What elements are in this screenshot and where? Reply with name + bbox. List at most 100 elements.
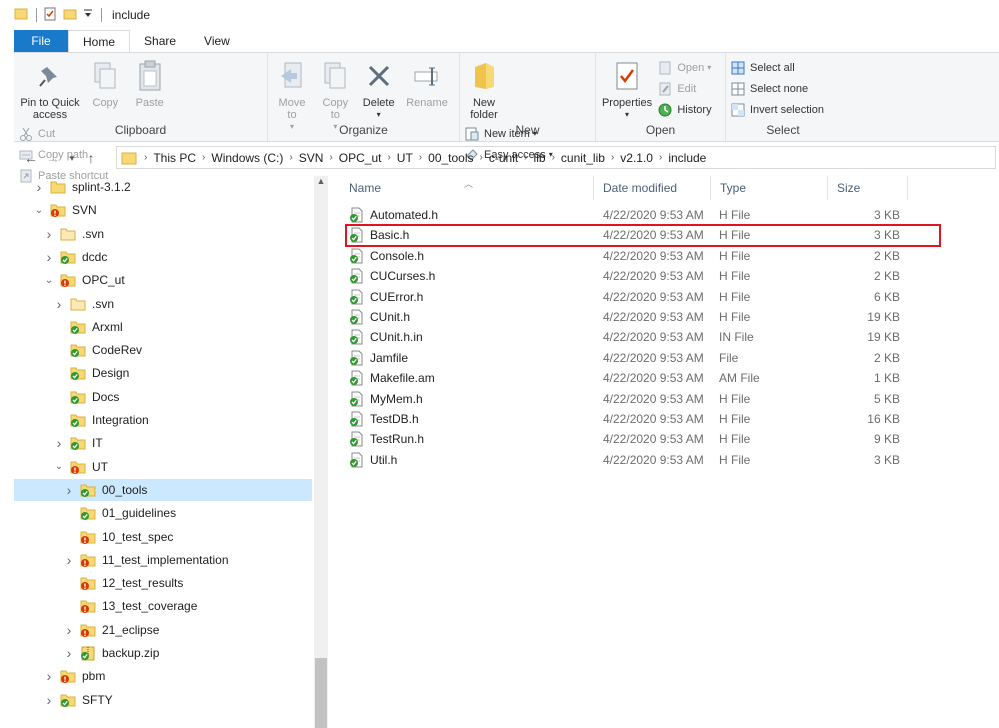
column-header-name[interactable]: Name ︿ bbox=[340, 176, 594, 200]
address-bar[interactable]: › This PC › Windows (C:) › SVN › OPC_ut › UT › 00_t… bbox=[116, 146, 996, 169]
chevron-right-icon[interactable]: › bbox=[52, 296, 66, 312]
tree-item[interactable]: › 00_tools bbox=[14, 478, 312, 501]
file-row[interactable]: Console.h 4/22/2020 9:53 AM H File 2 KB bbox=[340, 246, 940, 266]
up-arrow-icon[interactable]: ↑ bbox=[80, 150, 102, 166]
breadcrumb-item[interactable]: c-unit bbox=[486, 151, 521, 165]
chevron-right-icon[interactable]: › bbox=[62, 552, 76, 568]
file-row[interactable]: CUnit.h 4/22/2020 9:53 AM H File 19 KB bbox=[340, 307, 940, 327]
breadcrumb-chevron-icon[interactable]: › bbox=[416, 152, 425, 163]
tree-item[interactable]: CodeRev bbox=[14, 339, 314, 361]
column-header-date[interactable]: Date modified bbox=[594, 176, 711, 200]
navigation-pane-scrollbar[interactable]: ▲ bbox=[314, 176, 328, 728]
breadcrumb-chevron-icon[interactable]: › bbox=[549, 152, 558, 163]
breadcrumb-chevron-icon[interactable]: › bbox=[286, 152, 295, 163]
customize-quick-access-icon[interactable] bbox=[83, 7, 93, 24]
tree-item[interactable]: 10_test_spec bbox=[14, 526, 314, 548]
tree-item[interactable]: › SFTY bbox=[14, 689, 314, 711]
tree-item[interactable]: › dcdc bbox=[14, 246, 314, 268]
tree-item[interactable]: 01_guidelines bbox=[14, 502, 314, 524]
chevron-right-icon[interactable]: › bbox=[42, 226, 56, 242]
tree-item[interactable]: › 21_eclipse bbox=[14, 619, 314, 641]
file-row[interactable]: CUError.h 4/22/2020 9:53 AM H File 6 KB bbox=[340, 287, 940, 307]
file-row[interactable]: TestRun.h 4/22/2020 9:53 AM H File 9 KB bbox=[340, 429, 940, 449]
file-row[interactable]: CUnit.h.in 4/22/2020 9:53 AM IN File 19 KB bbox=[340, 327, 940, 347]
column-header-size[interactable]: Size bbox=[828, 176, 908, 200]
file-row[interactable]: Makefile.am 4/22/2020 9:53 AM AM File 1 KB bbox=[340, 368, 940, 388]
chevron-right-icon[interactable]: › bbox=[62, 482, 76, 498]
chevron-right-icon[interactable]: › bbox=[42, 249, 56, 265]
chevron-right-icon[interactable]: › bbox=[62, 622, 76, 638]
tree-item[interactable]: › .svn bbox=[14, 223, 314, 245]
breadcrumb-item[interactable]: OPC_ut bbox=[336, 151, 385, 165]
scrollbar-thumb[interactable] bbox=[315, 658, 327, 728]
tree-item[interactable]: › IT bbox=[14, 432, 314, 454]
delete-button[interactable]: Delete ▾ bbox=[359, 55, 399, 121]
file-row[interactable]: MyMem.h 4/22/2020 9:53 AM H File 5 KB bbox=[340, 389, 940, 409]
tab-share[interactable]: Share bbox=[130, 30, 190, 52]
chevron-right-icon[interactable]: › bbox=[32, 179, 46, 195]
tree-item[interactable]: ⌄ OPC_ut bbox=[14, 269, 314, 291]
breadcrumb-chevron-icon[interactable]: › bbox=[608, 152, 617, 163]
copy-to-button[interactable]: Copy to ▾ bbox=[315, 55, 355, 133]
breadcrumb-item[interactable]: cunit_lib bbox=[558, 151, 608, 165]
file-row[interactable]: TestDB.h 4/22/2020 9:53 AM H File 16 KB bbox=[340, 409, 940, 429]
breadcrumb-item[interactable]: This PC bbox=[150, 151, 199, 165]
file-row[interactable]: Basic.h 4/22/2020 9:53 AM H File 3 KB bbox=[340, 225, 940, 245]
new-folder-quick-access-icon[interactable] bbox=[63, 7, 77, 24]
history-button[interactable]: History bbox=[657, 99, 712, 120]
chevron-down-icon[interactable]: ⌄ bbox=[32, 205, 46, 216]
invert-selection-button[interactable]: Invert selection bbox=[730, 99, 824, 120]
new-folder-button[interactable]: New folder bbox=[464, 55, 504, 121]
tree-item[interactable]: ⌄ UT bbox=[14, 456, 314, 478]
forward-arrow-icon[interactable]: → bbox=[42, 150, 64, 166]
chevron-right-icon[interactable]: › bbox=[62, 645, 76, 661]
pin-to-quick-access-button[interactable]: Pin to Quick access bbox=[18, 55, 82, 121]
breadcrumb-chevron-icon[interactable]: › bbox=[656, 152, 665, 163]
properties-button[interactable]: Properties ▾ bbox=[600, 55, 654, 121]
breadcrumb-chevron-icon[interactable]: › bbox=[521, 152, 530, 163]
tree-item[interactable]: 12_test_results bbox=[14, 572, 314, 594]
tree-item[interactable]: ⌄ SVN bbox=[14, 199, 314, 221]
chevron-right-icon[interactable]: › bbox=[42, 692, 56, 708]
breadcrumb-item[interactable]: SVN bbox=[296, 151, 327, 165]
tab-home[interactable]: Home bbox=[68, 30, 131, 53]
breadcrumb-item[interactable]: lib bbox=[531, 151, 549, 165]
recent-locations-chevron-icon[interactable]: ▾ bbox=[64, 153, 80, 164]
select-all-button[interactable]: Select all bbox=[730, 57, 824, 78]
tab-view[interactable]: View bbox=[190, 30, 244, 52]
breadcrumb-item[interactable]: 00_tools bbox=[425, 151, 476, 165]
tree-item[interactable]: › splint-3.1.2 bbox=[14, 176, 314, 198]
file-row[interactable]: Util.h 4/22/2020 9:53 AM H File 3 KB bbox=[340, 450, 940, 470]
file-row[interactable]: Automated.h 4/22/2020 9:53 AM H File 3 KB bbox=[340, 205, 940, 225]
chevron-down-icon[interactable]: ⌄ bbox=[52, 461, 66, 472]
tree-item[interactable]: › .svn bbox=[14, 293, 314, 315]
back-arrow-icon[interactable]: ← bbox=[20, 150, 42, 166]
breadcrumb-chevron-icon[interactable]: › bbox=[199, 152, 208, 163]
open-button[interactable]: Open ▾ bbox=[657, 57, 711, 78]
column-header-type[interactable]: Type bbox=[711, 176, 828, 200]
breadcrumb-item[interactable]: include bbox=[665, 151, 709, 165]
file-row[interactable]: CUCurses.h 4/22/2020 9:53 AM H File 2 KB bbox=[340, 266, 940, 286]
breadcrumb-item[interactable]: v2.1.0 bbox=[617, 151, 656, 165]
tree-item[interactable]: Arxml bbox=[14, 316, 314, 338]
tree-item[interactable]: › 11_test_implementation bbox=[14, 549, 314, 571]
tree-item[interactable]: › backup.zip bbox=[14, 642, 314, 664]
breadcrumb-chevron-icon[interactable]: › bbox=[477, 152, 486, 163]
breadcrumb-chevron-icon[interactable]: › bbox=[326, 152, 335, 163]
file-row[interactable]: Jamfile 4/22/2020 9:53 AM File 2 KB bbox=[340, 348, 940, 368]
select-none-button[interactable]: Select none bbox=[730, 78, 824, 99]
move-to-button[interactable]: Move to ▾ bbox=[272, 55, 312, 133]
properties-quick-access-icon[interactable] bbox=[43, 7, 57, 24]
tree-item[interactable]: Integration bbox=[14, 409, 314, 431]
tree-item[interactable]: › pbm bbox=[14, 665, 314, 687]
breadcrumb-item[interactable]: UT bbox=[394, 151, 416, 165]
paste-button[interactable]: Paste bbox=[129, 55, 171, 109]
tree-item[interactable]: 13_test_coverage bbox=[14, 595, 314, 617]
breadcrumb-chevron-icon[interactable]: › bbox=[141, 152, 150, 163]
breadcrumb-item[interactable]: Windows (C:) bbox=[208, 151, 286, 165]
scroll-up-arrow-icon[interactable]: ▲ bbox=[314, 176, 328, 190]
tab-file[interactable]: File bbox=[14, 30, 68, 52]
tree-item[interactable]: Design bbox=[14, 362, 314, 384]
rename-button[interactable]: Rename bbox=[402, 55, 452, 109]
copy-button[interactable]: Copy bbox=[85, 55, 125, 109]
